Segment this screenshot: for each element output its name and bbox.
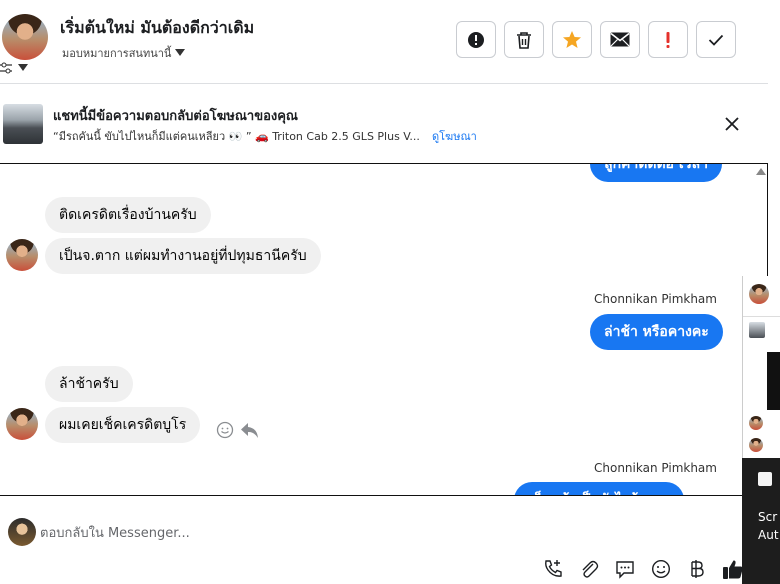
chat-bubble-icon bbox=[616, 561, 634, 579]
attach-button[interactable] bbox=[578, 558, 600, 580]
scroll-up-arrow-icon[interactable] bbox=[756, 168, 766, 175]
emoji-button[interactable] bbox=[650, 558, 672, 580]
incoming-message: ติดเครดิตเรื่องบ้านครับ bbox=[45, 197, 211, 233]
reply-arrow-icon[interactable] bbox=[240, 422, 259, 439]
ad-quote-text: “มีรถคันนี้ ขับไปไหนก็มีแต่คนเหลียว 👀 ” … bbox=[53, 130, 420, 143]
delete-button[interactable] bbox=[504, 21, 544, 58]
header-divider bbox=[0, 83, 768, 84]
like-button[interactable] bbox=[722, 558, 744, 580]
check-icon bbox=[708, 34, 724, 46]
mini-media bbox=[767, 352, 780, 410]
reply-input[interactable] bbox=[40, 520, 730, 546]
close-icon bbox=[725, 117, 739, 131]
saved-replies-button[interactable] bbox=[614, 558, 636, 580]
follow-up-button[interactable] bbox=[648, 21, 688, 58]
app-icon bbox=[758, 472, 772, 486]
toast-line-2: Aut bbox=[758, 528, 779, 542]
mini-ad-thumb bbox=[749, 322, 765, 338]
done-button[interactable] bbox=[696, 21, 736, 58]
caret-down-icon bbox=[18, 64, 28, 71]
ad-thumbnail[interactable] bbox=[3, 104, 43, 144]
outgoing-message-clipped: ลูกค้าติดต่อ เวลา bbox=[590, 164, 722, 182]
sliders-icon bbox=[0, 62, 12, 74]
sender-name: Chonnikan Pimkham bbox=[594, 461, 717, 475]
incoming-message: เป็นจ.ตาก แต่ผมทำงานอยู่ที่ปทุมธานีครับ bbox=[45, 238, 321, 274]
page-avatar bbox=[8, 518, 36, 546]
mini-avatar bbox=[749, 416, 763, 430]
caret-down-icon bbox=[175, 49, 186, 56]
add-call-button[interactable] bbox=[542, 558, 564, 580]
paperclip-icon bbox=[582, 560, 599, 578]
star-button[interactable] bbox=[552, 21, 592, 58]
contact-avatar[interactable] bbox=[2, 14, 48, 60]
react-smiley-icon[interactable] bbox=[216, 421, 234, 439]
smiley-icon bbox=[651, 559, 671, 579]
trash-icon bbox=[517, 31, 531, 49]
close-ad-bar-button[interactable] bbox=[722, 114, 742, 134]
view-ad-link[interactable]: ดูโฆษณา bbox=[432, 127, 477, 145]
contact-name: เริ่มต้นใหม่ มันต้องดีกว่าเดิม bbox=[60, 18, 255, 37]
mark-unread-button[interactable] bbox=[600, 21, 640, 58]
label-filter-dropdown[interactable] bbox=[0, 62, 28, 74]
outgoing-message-clipped: เช็คแล้วเป็นยังไงบ้างคะ bbox=[514, 482, 684, 495]
baht-icon bbox=[691, 560, 704, 578]
incoming-message: ผมเคยเช็คเครดิตบูโร bbox=[45, 407, 201, 443]
mini-avatar bbox=[749, 284, 769, 304]
assign-conversation-dropdown[interactable]: มอบหมายการสนทนานี้ bbox=[62, 44, 186, 62]
sender-avatar bbox=[6, 408, 38, 440]
sender-avatar bbox=[6, 239, 38, 271]
report-button[interactable] bbox=[456, 21, 496, 58]
sender-name: Chonnikan Pimkham bbox=[594, 292, 717, 306]
incoming-message: ล้าช้าครับ bbox=[45, 366, 133, 402]
notification-toast[interactable]: Scr Aut bbox=[742, 458, 780, 584]
outgoing-message: ล่าช้า หรือคางคะ bbox=[590, 314, 723, 350]
phone-plus-icon bbox=[545, 560, 562, 577]
alert-circle-icon bbox=[468, 31, 484, 48]
assign-label: มอบหมายการสนทนานี้ bbox=[62, 47, 172, 60]
ad-reply-title: แชทนี้มีข้อความตอบกลับต่อโฆษณาของคุณ bbox=[53, 109, 298, 124]
thumbs-up-icon bbox=[723, 560, 743, 579]
exclamation-icon bbox=[666, 31, 670, 48]
star-icon bbox=[563, 30, 581, 48]
message-thread[interactable]: ลูกค้าติดต่อ เวลา ติดเครดิตเรื่องบ้านครั… bbox=[0, 163, 768, 496]
payment-button[interactable] bbox=[686, 558, 708, 580]
mini-avatar bbox=[749, 438, 763, 452]
toast-line-1: Scr bbox=[758, 510, 778, 524]
envelope-icon bbox=[610, 32, 630, 47]
mini-divider bbox=[743, 316, 780, 317]
